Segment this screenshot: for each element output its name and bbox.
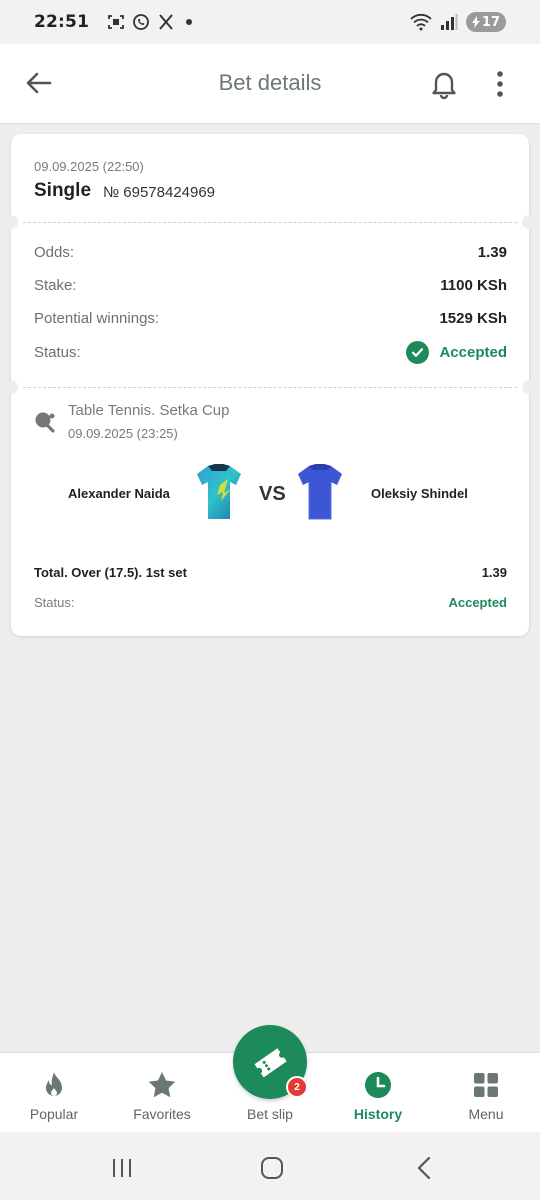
flame-icon <box>46 1072 62 1096</box>
system-back-icon[interactable] <box>410 1154 438 1182</box>
whatsapp-icon <box>133 14 150 30</box>
bet-number: № 69578424969 <box>103 184 216 201</box>
market-row: Total. Over (17.5). 1st set 1.39 <box>34 565 507 580</box>
market-odds: 1.39 <box>481 565 507 580</box>
table-tennis-icon <box>35 412 55 433</box>
odds-row: Odds: 1.39 <box>34 244 507 261</box>
divider <box>23 222 517 223</box>
team2-jersey-icon <box>298 464 342 520</box>
status-value: Accepted <box>439 344 507 361</box>
event-date: 09.09.2025 (23:25) <box>68 426 178 441</box>
stake-label: Stake: <box>34 277 77 294</box>
bell-icon[interactable] <box>428 68 460 100</box>
ticket-icon <box>254 1048 287 1078</box>
star-icon <box>148 1072 176 1098</box>
odds-label: Odds: <box>34 244 75 261</box>
market-status-row: Status: Accepted <box>34 595 507 610</box>
team1-name: Alexander Naida <box>68 486 170 501</box>
ticket-notch <box>522 380 536 394</box>
home-icon[interactable] <box>258 1154 286 1182</box>
screenshot-icon <box>108 15 125 29</box>
ticket-notch <box>4 215 18 229</box>
nav-favorites[interactable]: Favorites <box>108 1053 216 1133</box>
vs-label: VS <box>259 483 286 505</box>
nav-label: History <box>353 1106 403 1122</box>
check-circle-icon <box>406 341 430 364</box>
x-icon <box>159 14 173 30</box>
nav-menu[interactable]: Menu <box>432 1053 540 1133</box>
more-vertical-icon[interactable] <box>488 68 512 100</box>
market-name: Total. Over (17.5). 1st set <box>34 565 187 580</box>
market-status-value: Accepted <box>448 595 507 610</box>
bet-date: 09.09.2025 (22:50) <box>34 159 144 174</box>
nav-label: Favorites <box>133 1106 191 1122</box>
wifi-icon <box>410 13 432 31</box>
notification-dot-icon <box>186 19 193 25</box>
event-title: Table Tennis. Setka Cup <box>68 402 230 419</box>
nav-label: Bet slip <box>247 1106 293 1122</box>
winnings-label: Potential winnings: <box>34 310 160 327</box>
nav-label: Menu <box>468 1106 504 1122</box>
nav-label: Popular <box>29 1106 79 1122</box>
odds-value: 1.39 <box>477 244 507 261</box>
ticket-notch <box>4 380 18 394</box>
status-label: Status: <box>34 344 81 361</box>
status-badge: Accepted <box>406 341 507 364</box>
ticket-notch <box>522 215 536 229</box>
bet-slip-count-badge: 2 <box>286 1076 308 1098</box>
signal-icon <box>440 14 458 30</box>
stake-row: Stake: 1100 KSh <box>34 277 507 294</box>
nav-popular[interactable]: Popular <box>0 1053 108 1133</box>
team2-name: Oleksiy Shindel <box>371 486 468 501</box>
divider <box>23 387 517 388</box>
battery-icon: 17 <box>465 12 506 32</box>
winnings-value: 1529 KSh <box>439 310 507 327</box>
recent-apps-icon[interactable] <box>108 1154 136 1182</box>
market-status-label: Status: <box>34 595 75 610</box>
app-bar: Bet details <box>0 44 540 124</box>
stake-value: 1100 KSh <box>440 277 507 294</box>
system-nav-bar <box>0 1132 540 1200</box>
battery-level: 17 <box>481 14 500 30</box>
grid-icon <box>474 1073 498 1097</box>
bet-type: Single <box>34 180 92 201</box>
status-bar: 22:51 17 <box>0 0 540 44</box>
bet-card: 09.09.2025 (22:50) Single № 69578424969 … <box>4 134 536 636</box>
team1-jersey-icon <box>197 464 241 519</box>
status-row: Status: Accepted <box>34 341 507 364</box>
winnings-row: Potential winnings: 1529 KSh <box>34 310 507 327</box>
clock-icon <box>365 1072 391 1098</box>
status-time: 22:51 <box>34 12 90 32</box>
nav-history[interactable]: History <box>324 1053 432 1133</box>
